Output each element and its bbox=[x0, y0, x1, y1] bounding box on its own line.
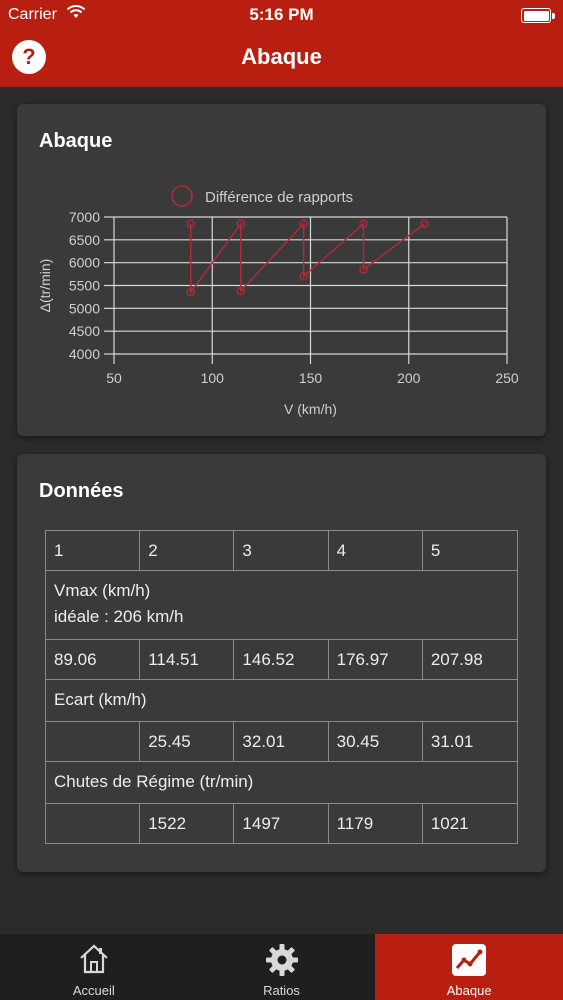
tab-label: Abaque bbox=[446, 983, 492, 998]
status-time: 5:16 PM bbox=[249, 5, 314, 24]
x-axis-label: V (km/h) bbox=[284, 401, 337, 417]
y-tick-label: 7000 bbox=[69, 209, 100, 225]
series-line bbox=[190, 221, 425, 295]
y-tick-label: 4000 bbox=[69, 346, 100, 362]
table-row-chutes-header: Chutes de Régime (tr/min) bbox=[45, 762, 518, 804]
chart-icon bbox=[450, 942, 488, 981]
table-row-gears: 1 2 3 4 5 bbox=[45, 530, 518, 571]
chutes-cell: 1021 bbox=[430, 814, 469, 833]
vmax-cell: 207.98 bbox=[430, 650, 483, 669]
gear-cell: 5 bbox=[430, 541, 441, 560]
gear-icon bbox=[264, 942, 300, 981]
ecart-cell: 25.45 bbox=[140, 722, 235, 761]
table-row-chutes: 1522 1497 1179 1021 bbox=[45, 804, 518, 844]
vmax-header-cell: Vmax (km/h) idéale : 206 km/h bbox=[46, 571, 517, 639]
y-tick-label: 5000 bbox=[69, 300, 100, 316]
chutes-cell: 1522 bbox=[140, 804, 235, 843]
tab-label: Ratios bbox=[263, 983, 300, 998]
chart-card: Abaque 4000 4500 5000 5500 6000 6500 7000 50 100… bbox=[17, 104, 546, 436]
ecart-cell: 32.01 bbox=[234, 722, 329, 761]
battery-icon bbox=[521, 8, 555, 23]
tab-abaque[interactable]: Abaque bbox=[375, 934, 563, 1000]
tab-ratios[interactable]: Ratios bbox=[188, 934, 376, 1000]
x-tick-label: 200 bbox=[397, 370, 421, 386]
y-tick-label: 6000 bbox=[69, 255, 100, 271]
legend-marker bbox=[171, 185, 193, 207]
ecart-label: Ecart (km/h) bbox=[54, 690, 147, 709]
chutes-label: Chutes de Régime (tr/min) bbox=[54, 772, 254, 791]
y-tick-label: 5500 bbox=[69, 278, 100, 294]
ecart-cell: 31.01 bbox=[430, 732, 474, 751]
home-icon bbox=[77, 942, 111, 979]
table-row-vmax: 89.06 114.51 146.52 176.97 207.98 bbox=[45, 640, 518, 680]
gear-cell: 4 bbox=[329, 531, 423, 570]
gear-cell: 3 bbox=[234, 531, 329, 570]
vmax-cell: 114.51 bbox=[140, 640, 235, 679]
y-tick-label: 4500 bbox=[69, 323, 100, 339]
chutes-cell bbox=[46, 804, 141, 843]
y-tick-label: 6500 bbox=[69, 232, 100, 248]
tab-label: Accueil bbox=[72, 983, 115, 998]
gear-cell: 2 bbox=[140, 531, 235, 570]
status-bar: Carrier 5:16 PM bbox=[0, 0, 563, 30]
abaque-chart: 4000 4500 5000 5500 6000 6500 7000 50 100 150 200 2… bbox=[37, 185, 519, 417]
x-tick-label: 100 bbox=[201, 370, 225, 386]
legend-label: Différence de rapports bbox=[205, 189, 353, 206]
data-card: Données 1 2 3 4 5 Vmax (km/h) idéale : 2… bbox=[17, 454, 546, 872]
vmax-label: Vmax (km/h) bbox=[54, 581, 151, 600]
page-title: Abaque bbox=[241, 44, 322, 69]
ecart-cell: 30.45 bbox=[329, 722, 423, 761]
vmax-cell: 176.97 bbox=[329, 640, 423, 679]
tab-accueil[interactable]: Accueil bbox=[0, 934, 188, 1000]
x-tick-label: 50 bbox=[106, 370, 122, 386]
y-axis-label: Δ(tr/min) bbox=[37, 259, 53, 313]
table-row-vmax-header: Vmax (km/h) idéale : 206 km/h bbox=[45, 571, 518, 640]
vmax-cell: 89.06 bbox=[46, 640, 141, 679]
chutes-cell: 1179 bbox=[329, 804, 423, 843]
table-row-ecart-header: Ecart (km/h) bbox=[45, 680, 518, 722]
vmax-cell: 146.52 bbox=[234, 640, 329, 679]
data-card-title: Données bbox=[39, 480, 124, 502]
gear-cell: 1 bbox=[46, 531, 141, 570]
vmax-ideal: idéale : 206 km/h bbox=[54, 607, 184, 626]
x-tick-label: 150 bbox=[299, 370, 323, 386]
table-row-ecart: 25.45 32.01 30.45 31.01 bbox=[45, 722, 518, 762]
chutes-cell: 1497 bbox=[234, 804, 329, 843]
x-tick-label: 250 bbox=[495, 370, 519, 386]
header: Carrier 5:16 PM ? Abaque bbox=[0, 0, 563, 87]
tab-bar: Accueil Ratios Abaque bbox=[0, 934, 563, 1000]
ecart-cell bbox=[46, 722, 141, 761]
data-table: 1 2 3 4 5 Vmax (km/h) idéale : 206 km/h … bbox=[45, 530, 518, 844]
